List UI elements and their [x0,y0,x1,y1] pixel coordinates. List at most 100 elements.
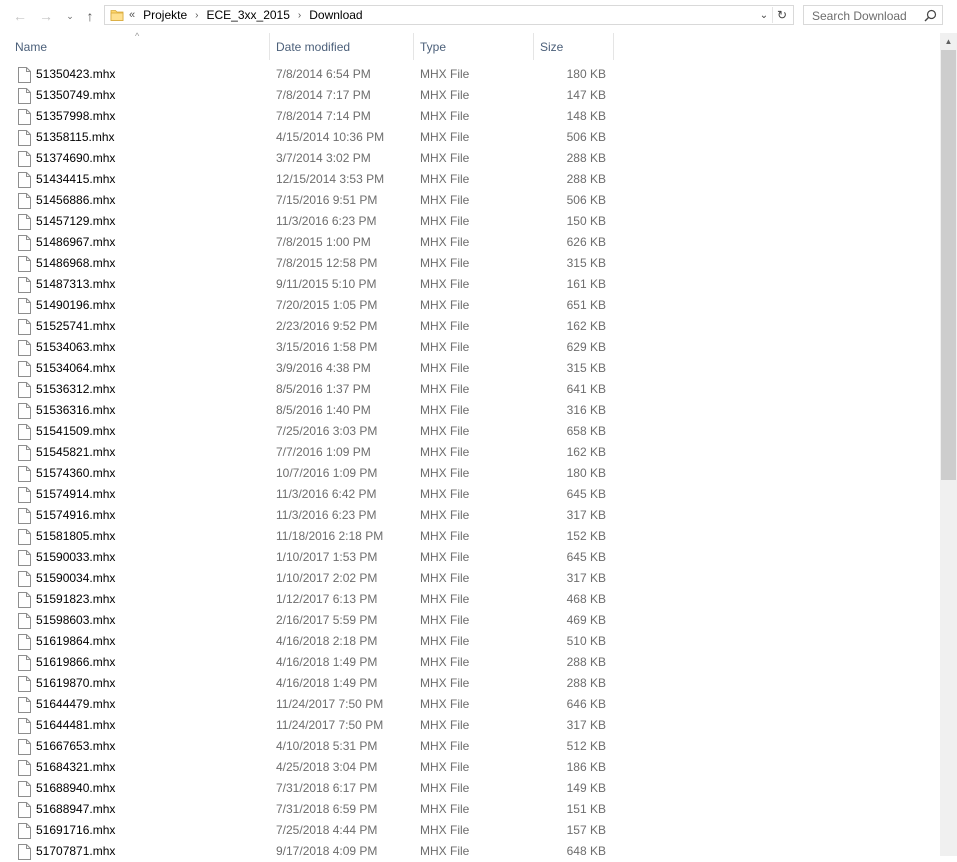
file-name[interactable]: 51536312.mhx [36,379,115,400]
column-divider[interactable] [613,33,614,60]
vertical-scrollbar[interactable]: ▲ [940,33,957,856]
file-row[interactable]: 51707871.mhx 9/17/2018 4:09 PM MHX File 648… [0,841,940,862]
breadcrumb-item-ece-3xx-2015[interactable]: ECE_3xx_2015 [207,8,290,22]
breadcrumb-separator-icon[interactable]: › [195,10,198,21]
column-header-date-modified[interactable]: Date modified [268,33,413,60]
file-row[interactable]: 51434415.mhx 12/15/2014 3:53 PM MHX File 28… [0,169,940,190]
scroll-up-button[interactable]: ▲ [940,33,957,50]
file-name[interactable]: 51350423.mhx [36,64,115,85]
column-header-type[interactable]: Type [412,33,533,60]
file-row[interactable]: 51357998.mhx 7/8/2014 7:14 PM MHX File 148 … [0,106,940,127]
file-row[interactable]: 51691716.mhx 7/25/2018 4:44 PM MHX File 157… [0,820,940,841]
file-row[interactable]: 51350749.mhx 7/8/2014 7:17 PM MHX File 147 … [0,85,940,106]
file-row[interactable]: 51456886.mhx 7/15/2016 9:51 PM MHX File 506… [0,190,940,211]
search-input[interactable]: Search Download [812,9,907,23]
scrollbar-thumb[interactable] [941,50,956,480]
file-name[interactable]: 51545821.mhx [36,442,115,463]
column-header-name[interactable]: Name [7,33,269,60]
file-row[interactable]: 51688940.mhx 7/31/2018 6:17 PM MHX File 149… [0,778,940,799]
file-name[interactable]: 51619870.mhx [36,673,115,694]
file-name[interactable]: 51667653.mhx [36,736,115,757]
file-name[interactable]: 51684321.mhx [36,757,115,778]
address-dropdown-button[interactable]: ⌄ [757,7,771,23]
file-name[interactable]: 51487313.mhx [36,274,115,295]
file-name[interactable]: 51644479.mhx [36,694,115,715]
file-row[interactable]: 51619870.mhx 4/16/2018 1:49 PM MHX File 288… [0,673,940,694]
file-name[interactable]: 51486967.mhx [36,232,115,253]
file-row[interactable]: 51486968.mhx 7/8/2015 12:58 PM MHX File 315… [0,253,940,274]
file-row[interactable]: 51457129.mhx 11/3/2016 6:23 PM MHX File 150… [0,211,940,232]
file-name[interactable]: 51486968.mhx [36,253,115,274]
address-bar[interactable]: « Projekte › ECE_3xx_2015 › Download ⌄ ↻ [104,5,794,25]
file-name[interactable]: 51534063.mhx [36,337,115,358]
file-name[interactable]: 51581805.mhx [36,526,115,547]
file-row[interactable]: 51525741.mhx 2/23/2016 9:52 PM MHX File 162… [0,316,940,337]
forward-button[interactable]: → [36,6,56,26]
file-row[interactable]: 51590033.mhx 1/10/2017 1:53 PM MHX File 645… [0,547,940,568]
file-name[interactable]: 51350749.mhx [36,85,115,106]
file-name[interactable]: 51707871.mhx [36,841,115,862]
file-name[interactable]: 51574914.mhx [36,484,115,505]
file-name[interactable]: 51490196.mhx [36,295,115,316]
file-row[interactable]: 51591823.mhx 1/12/2017 6:13 PM MHX File 468… [0,589,940,610]
file-row[interactable]: 51574914.mhx 11/3/2016 6:42 PM MHX File 645… [0,484,940,505]
back-button[interactable]: ← [10,6,30,26]
up-folder-button[interactable]: ↑ [80,6,100,26]
file-row[interactable]: 51581805.mhx 11/18/2016 2:18 PM MHX File 15… [0,526,940,547]
file-row[interactable]: 51534064.mhx 3/9/2016 4:38 PM MHX File 315 … [0,358,940,379]
file-name[interactable]: 51541509.mhx [36,421,115,442]
file-row[interactable]: 51598603.mhx 2/16/2017 5:59 PM MHX File 469… [0,610,940,631]
file-name[interactable]: 51591823.mhx [36,589,115,610]
file-name[interactable]: 51590033.mhx [36,547,115,568]
file-row[interactable]: 51536312.mhx 8/5/2016 1:37 PM MHX File 641 … [0,379,940,400]
file-row[interactable]: 51534063.mhx 3/15/2016 1:58 PM MHX File 629… [0,337,940,358]
breadcrumb-item-projekte[interactable]: Projekte [143,8,187,22]
refresh-button[interactable]: ↻ [772,7,791,23]
file-name[interactable]: 51574360.mhx [36,463,115,484]
file-name[interactable]: 51456886.mhx [36,190,115,211]
file-row[interactable]: 51619866.mhx 4/16/2018 1:49 PM MHX File 288… [0,652,940,673]
file-row[interactable]: 51574916.mhx 11/3/2016 6:23 PM MHX File 317… [0,505,940,526]
file-row[interactable]: 51358115.mhx 4/15/2014 10:36 PM MHX File 50… [0,127,940,148]
file-name[interactable]: 51619866.mhx [36,652,115,673]
file-row[interactable]: 51541509.mhx 7/25/2016 3:03 PM MHX File 658… [0,421,940,442]
file-row[interactable]: 51574360.mhx 10/7/2016 1:09 PM MHX File 180… [0,463,940,484]
file-name[interactable]: 51688947.mhx [36,799,115,820]
file-name[interactable]: 51358115.mhx [36,127,115,148]
breadcrumb-separator-icon[interactable]: › [298,10,301,21]
file-row[interactable]: 51350423.mhx 7/8/2014 6:54 PM MHX File 180 … [0,64,940,85]
recent-locations-button[interactable]: ⌄ [60,6,80,26]
file-row[interactable]: 51644479.mhx 11/24/2017 7:50 PM MHX File 64… [0,694,940,715]
search-icon[interactable] [924,9,937,22]
breadcrumb-item-download[interactable]: Download [309,8,362,22]
file-name[interactable]: 51534064.mhx [36,358,115,379]
file-name[interactable]: 51374690.mhx [36,148,115,169]
file-name[interactable]: 51644481.mhx [36,715,115,736]
column-header-size[interactable]: Size [532,33,613,60]
file-row[interactable]: 51590034.mhx 1/10/2017 2:02 PM MHX File 317… [0,568,940,589]
file-name[interactable]: 51590034.mhx [36,568,115,589]
file-name[interactable]: 51357998.mhx [36,106,115,127]
file-name[interactable]: 51691716.mhx [36,820,115,841]
file-row[interactable]: 51490196.mhx 7/20/2015 1:05 PM MHX File 651… [0,295,940,316]
file-row[interactable]: 51545821.mhx 7/7/2016 1:09 PM MHX File 162 … [0,442,940,463]
file-row[interactable]: 51619864.mhx 4/16/2018 2:18 PM MHX File 510… [0,631,940,652]
file-row[interactable]: 51688947.mhx 7/31/2018 6:59 PM MHX File 151… [0,799,940,820]
file-name[interactable]: 51598603.mhx [36,610,115,631]
breadcrumb-overflow-button[interactable]: « [129,9,135,21]
file-name[interactable]: 51525741.mhx [36,316,115,337]
search-box[interactable]: Search Download [803,5,943,25]
file-name[interactable]: 51434415.mhx [36,169,115,190]
file-row[interactable]: 51684321.mhx 4/25/2018 3:04 PM MHX File 186… [0,757,940,778]
file-name[interactable]: 51574916.mhx [36,505,115,526]
file-row[interactable]: 51487313.mhx 9/11/2015 5:10 PM MHX File 161… [0,274,940,295]
file-name[interactable]: 51457129.mhx [36,211,115,232]
file-name[interactable]: 51688940.mhx [36,778,115,799]
file-name[interactable]: 51536316.mhx [36,400,115,421]
file-name[interactable]: 51619864.mhx [36,631,115,652]
file-row[interactable]: 51644481.mhx 11/24/2017 7:50 PM MHX File 31… [0,715,940,736]
file-row[interactable]: 51486967.mhx 7/8/2015 1:00 PM MHX File 626 … [0,232,940,253]
file-row[interactable]: 51536316.mhx 8/5/2016 1:40 PM MHX File 316 … [0,400,940,421]
file-row[interactable]: 51667653.mhx 4/10/2018 5:31 PM MHX File 512… [0,736,940,757]
file-row[interactable]: 51374690.mhx 3/7/2014 3:02 PM MHX File 288 … [0,148,940,169]
